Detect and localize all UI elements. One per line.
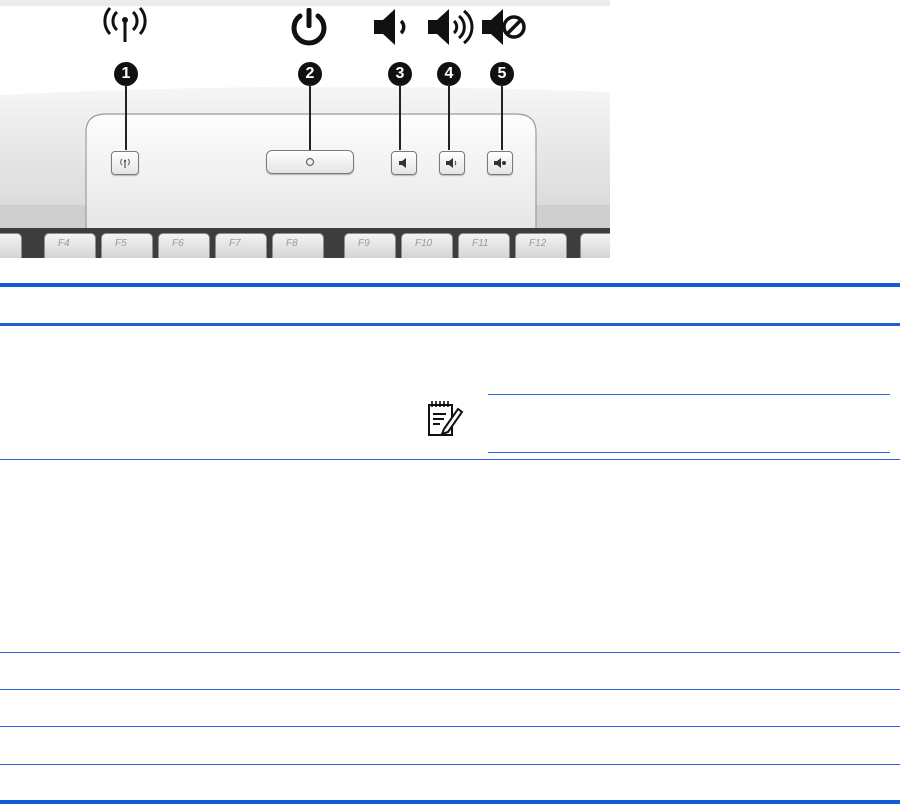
note-bottom-rule [488, 452, 890, 453]
callout-line-1 [125, 84, 127, 150]
volume-down-button[interactable] [391, 151, 417, 175]
volume-mute-button[interactable] [487, 151, 513, 175]
volume-up-icon [446, 158, 457, 168]
key-f11: F11 [458, 233, 510, 258]
power-button[interactable] [266, 150, 354, 174]
volume-mute-icon [482, 9, 526, 45]
row-divider [0, 726, 900, 727]
row-divider [0, 652, 900, 653]
callout-line-4 [448, 84, 450, 150]
key-f7: F7 [215, 233, 267, 258]
key-f6: F6 [158, 233, 210, 258]
power-icon [305, 157, 315, 167]
table-top-rule [0, 283, 900, 287]
key-f10: F10 [401, 233, 453, 258]
volume-up-icon [428, 9, 474, 45]
table-header-rule [0, 323, 900, 326]
key-f5: F5 [101, 233, 153, 258]
callout-3: 3 [388, 62, 412, 86]
callout-line-5 [501, 84, 503, 150]
wireless-button[interactable] [111, 151, 139, 175]
callout-line-2 [309, 84, 311, 152]
key-f8: F8 [272, 233, 324, 258]
laptop-buttons-illustration: 1 2 3 4 5 F4 F5 F6 F7 F8 F9 F10 F11 F12 [0, 0, 610, 258]
power-icon [291, 8, 327, 46]
volume-down-icon [374, 9, 406, 45]
key-f9: F9 [344, 233, 396, 258]
wireless-icon [103, 6, 147, 42]
row-divider [0, 459, 900, 460]
callout-2: 2 [298, 62, 322, 86]
table-bottom-rule [0, 800, 900, 804]
key-f3 [0, 233, 22, 258]
row-divider [0, 764, 900, 765]
note-top-rule [488, 394, 890, 395]
key-f4: F4 [44, 233, 96, 258]
callout-1: 1 [114, 62, 138, 86]
callout-5: 5 [490, 62, 514, 86]
note-icon [428, 401, 464, 436]
row-divider [0, 689, 900, 690]
callout-4: 4 [437, 62, 461, 86]
volume-up-button[interactable] [439, 151, 465, 175]
volume-mute-icon [494, 158, 506, 168]
volume-down-icon [399, 158, 406, 168]
key-next [580, 233, 610, 258]
key-f12: F12 [515, 233, 567, 258]
wireless-icon [120, 158, 130, 168]
callout-line-3 [399, 84, 401, 150]
